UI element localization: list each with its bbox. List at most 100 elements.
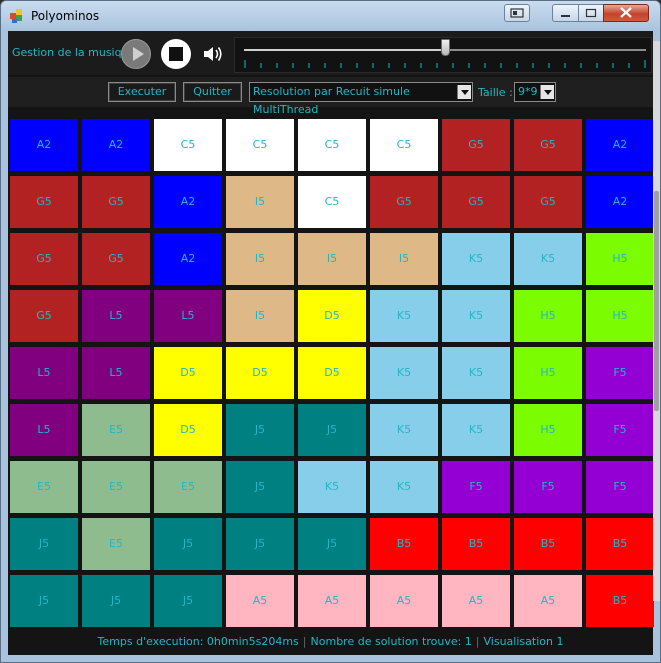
quit-button[interactable]: Quitter bbox=[183, 82, 242, 102]
stop-button[interactable] bbox=[161, 39, 191, 69]
grid-cell[interactable]: C5 bbox=[154, 119, 222, 171]
grid-cell[interactable]: E5 bbox=[82, 518, 150, 570]
grid-cell[interactable]: A2 bbox=[586, 176, 654, 228]
status-separator: | bbox=[302, 635, 307, 648]
grid-cell[interactable]: L5 bbox=[10, 347, 78, 399]
grid-cell[interactable]: L5 bbox=[82, 290, 150, 342]
title-bar[interactable]: Polyominos bbox=[1, 1, 660, 31]
visualisation-index: Visualisation 1 bbox=[483, 635, 564, 648]
grid-cell[interactable]: F5 bbox=[586, 404, 654, 456]
grid-cell[interactable]: A5 bbox=[298, 575, 366, 627]
music-position-thumb[interactable] bbox=[441, 39, 450, 56]
grid-cell[interactable]: K5 bbox=[442, 404, 510, 456]
grid-cell[interactable]: K5 bbox=[370, 290, 438, 342]
size-select[interactable]: 9*9 bbox=[514, 82, 556, 102]
grid-cell[interactable]: H5 bbox=[586, 290, 654, 342]
music-position-fill bbox=[244, 49, 445, 51]
grid-cell[interactable]: G5 bbox=[10, 233, 78, 285]
grid-cell[interactable]: K5 bbox=[514, 233, 582, 285]
grid-cell[interactable]: G5 bbox=[10, 176, 78, 228]
grid-cell[interactable]: H5 bbox=[514, 404, 582, 456]
maximize-button[interactable] bbox=[578, 4, 604, 22]
grid-cell[interactable]: E5 bbox=[82, 461, 150, 513]
grid-cell[interactable]: J5 bbox=[298, 518, 366, 570]
grid-cell[interactable]: E5 bbox=[82, 404, 150, 456]
play-button[interactable] bbox=[121, 39, 151, 69]
grid-cell[interactable]: A2 bbox=[154, 233, 222, 285]
grid-cell[interactable]: G5 bbox=[442, 119, 510, 171]
grid-cell[interactable]: B5 bbox=[514, 518, 582, 570]
grid-cell[interactable]: K5 bbox=[370, 404, 438, 456]
grid-cell[interactable]: G5 bbox=[82, 233, 150, 285]
grid-cell[interactable]: G5 bbox=[514, 176, 582, 228]
grid-cell[interactable]: J5 bbox=[226, 461, 294, 513]
grid-cell[interactable]: B5 bbox=[442, 518, 510, 570]
grid-cell[interactable]: G5 bbox=[442, 176, 510, 228]
grid-cell[interactable]: K5 bbox=[442, 347, 510, 399]
scrollbar-thumb[interactable] bbox=[654, 191, 659, 411]
grid-cell[interactable]: C5 bbox=[226, 119, 294, 171]
grid-cell[interactable]: D5 bbox=[154, 404, 222, 456]
close-button[interactable] bbox=[603, 4, 649, 22]
grid-cell[interactable]: A2 bbox=[10, 119, 78, 171]
minimize-button[interactable] bbox=[552, 4, 579, 22]
grid-cell[interactable]: D5 bbox=[298, 347, 366, 399]
grid-cell[interactable]: J5 bbox=[154, 575, 222, 627]
grid-cell[interactable]: J5 bbox=[298, 404, 366, 456]
grid-cell[interactable]: K5 bbox=[442, 233, 510, 285]
grid-cell[interactable]: F5 bbox=[586, 461, 654, 513]
grid-cell[interactable]: G5 bbox=[10, 290, 78, 342]
grid-cell[interactable]: L5 bbox=[82, 347, 150, 399]
grid-cell[interactable]: A5 bbox=[226, 575, 294, 627]
grid-cell[interactable]: E5 bbox=[10, 461, 78, 513]
grid-cell[interactable]: G5 bbox=[514, 119, 582, 171]
grid-cell[interactable]: D5 bbox=[226, 347, 294, 399]
grid-cell[interactable]: I5 bbox=[298, 233, 366, 285]
grid-cell[interactable]: G5 bbox=[370, 176, 438, 228]
grid-cell[interactable]: J5 bbox=[10, 518, 78, 570]
grid-cell[interactable]: I5 bbox=[226, 233, 294, 285]
grid-cell[interactable]: F5 bbox=[514, 461, 582, 513]
grid-cell[interactable]: K5 bbox=[298, 461, 366, 513]
grid-cell[interactable]: K5 bbox=[370, 347, 438, 399]
grid-cell[interactable]: B5 bbox=[370, 518, 438, 570]
grid-cell[interactable]: K5 bbox=[442, 290, 510, 342]
grid-cell[interactable]: J5 bbox=[10, 575, 78, 627]
grid-cell[interactable]: G5 bbox=[82, 176, 150, 228]
grid-cell[interactable]: C5 bbox=[298, 119, 366, 171]
grid-cell[interactable]: H5 bbox=[514, 347, 582, 399]
grid-cell[interactable]: F5 bbox=[442, 461, 510, 513]
grid-cell[interactable]: I5 bbox=[370, 233, 438, 285]
grid-cell[interactable]: F5 bbox=[586, 347, 654, 399]
grid-cell[interactable]: I5 bbox=[226, 176, 294, 228]
grid-cell[interactable]: B5 bbox=[586, 575, 654, 627]
grid-cell[interactable]: B5 bbox=[586, 518, 654, 570]
grid-cell[interactable]: H5 bbox=[514, 290, 582, 342]
vertical-scrollbar[interactable] bbox=[653, 41, 660, 601]
grid-cell[interactable]: L5 bbox=[154, 290, 222, 342]
grid-cell[interactable]: A2 bbox=[586, 119, 654, 171]
grid-cell[interactable]: I5 bbox=[226, 290, 294, 342]
grid-cell[interactable]: J5 bbox=[154, 518, 222, 570]
size-label: Taille : bbox=[478, 86, 513, 99]
grid-cell[interactable]: L5 bbox=[10, 404, 78, 456]
grid-cell[interactable]: J5 bbox=[226, 518, 294, 570]
grid-cell[interactable]: A5 bbox=[370, 575, 438, 627]
grid-cell[interactable]: D5 bbox=[298, 290, 366, 342]
grid-cell[interactable]: E5 bbox=[154, 461, 222, 513]
grid-cell[interactable]: H5 bbox=[586, 233, 654, 285]
grid-cell[interactable]: A2 bbox=[154, 176, 222, 228]
grid-cell[interactable]: C5 bbox=[370, 119, 438, 171]
window-extra-button[interactable] bbox=[504, 4, 530, 22]
volume-icon[interactable] bbox=[202, 44, 224, 64]
grid-cell[interactable]: K5 bbox=[370, 461, 438, 513]
method-select[interactable]: Resolution par Recuit simule MultiThread bbox=[249, 82, 473, 116]
grid-cell[interactable]: A5 bbox=[514, 575, 582, 627]
grid-cell[interactable]: A5 bbox=[442, 575, 510, 627]
grid-cell[interactable]: A2 bbox=[82, 119, 150, 171]
grid-cell[interactable]: D5 bbox=[154, 347, 222, 399]
grid-cell[interactable]: C5 bbox=[298, 176, 366, 228]
grid-cell[interactable]: J5 bbox=[226, 404, 294, 456]
grid-cell[interactable]: J5 bbox=[82, 575, 150, 627]
execute-button[interactable]: Executer bbox=[108, 82, 176, 102]
